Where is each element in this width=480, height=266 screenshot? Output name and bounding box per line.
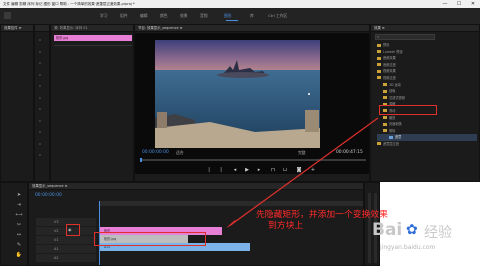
paw-icon: ✿ <box>406 222 418 238</box>
watermark-domain: jingyan.baidu.com <box>380 244 436 251</box>
watermark-brand-2: 经验 <box>424 225 452 241</box>
baidu-watermark: Bai ✿ 经验 jingyan.baidu.com <box>372 218 478 264</box>
watermark-brand: Bai <box>372 220 403 240</box>
